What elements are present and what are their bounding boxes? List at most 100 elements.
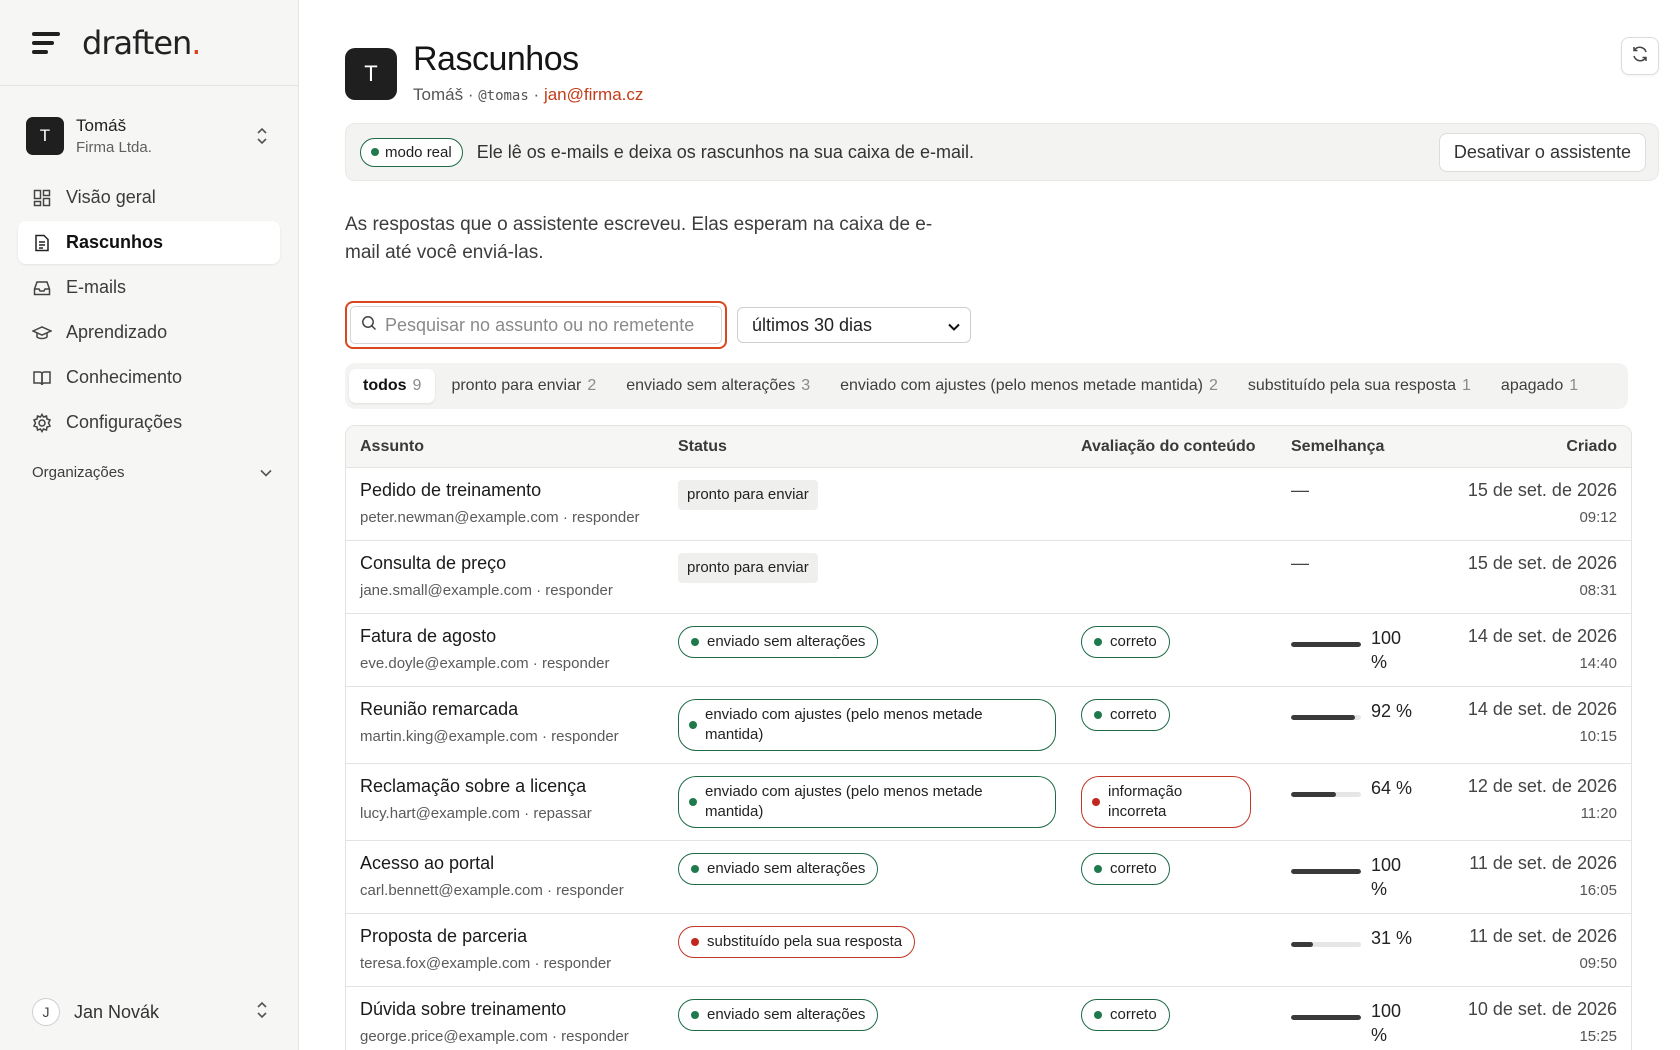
table-row[interactable]: Fatura de agosto eve.doyle@example.com · …: [346, 614, 1631, 687]
mode-banner: modo real Ele lê os e-mails e deixa os r…: [345, 123, 1659, 181]
table-row[interactable]: Dúvida sobre treinamento george.price@exa…: [346, 987, 1631, 1050]
row-date: 11 de set. de 2026: [1469, 926, 1617, 946]
similarity-bar: [1291, 642, 1361, 647]
similarity-bar-fill: [1291, 642, 1361, 647]
sidebar-item-label: E-mails: [66, 277, 127, 297]
table-row[interactable]: Reclamação sobre a licença lucy.hart@exam…: [346, 764, 1631, 841]
status-label: enviado com ajustes (pelo menos metade m…: [705, 706, 983, 743]
tab-sent-adjusted[interactable]: enviado com ajustes (pelo menos metade m…: [826, 369, 1232, 403]
status-label: pronto para enviar: [687, 559, 809, 576]
menu-icon[interactable]: [32, 31, 60, 54]
status-tabs: todos 9 pronto para enviar 2 enviado sem a…: [345, 363, 1628, 409]
page-header: T Rascunhos Tomáš · @tomas · jan@firma.c…: [345, 40, 1659, 105]
row-date: 14 de set. de 2026: [1467, 626, 1617, 646]
row-time: 10:15: [1579, 728, 1617, 745]
table-row[interactable]: Reunião remarcada martin.king@example.com…: [346, 687, 1631, 764]
search-input[interactable]: [385, 314, 721, 336]
status-label: enviado sem alterações: [707, 1006, 866, 1023]
row-subject: Reunião remarcada: [360, 699, 519, 719]
mode-badge: modo real: [360, 137, 463, 167]
account-switcher[interactable]: T Tomáš Firma Ltda.: [26, 112, 280, 160]
document-icon: [32, 233, 52, 253]
table-row[interactable]: Pedido de treinamento peter.newman@exampl…: [346, 468, 1631, 541]
dashboard-icon: [32, 188, 52, 208]
separator: ·: [467, 85, 474, 104]
tab-deleted[interactable]: apagado 1: [1487, 369, 1592, 403]
status-badge: substituído pela sua resposta: [678, 926, 916, 958]
similarity-meter: 92 %: [1291, 699, 1441, 723]
tab-ready-to-send[interactable]: pronto para enviar 2: [437, 369, 610, 403]
eval-label: correto: [1110, 860, 1157, 877]
row-date: 12 de set. de 2026: [1467, 776, 1617, 796]
row-subject: Consulta de preço: [360, 553, 507, 573]
row-sender: george.price@example.com · responder: [360, 1028, 629, 1045]
similarity-bar-fill: [1291, 869, 1361, 874]
row-sender: peter.newman@example.com · responder: [360, 509, 640, 526]
row-time: 14:40: [1579, 655, 1617, 672]
status-badge: pronto para enviar: [678, 480, 818, 510]
sidebar-item-settings[interactable]: Configurações: [18, 401, 280, 444]
search-icon: [361, 315, 377, 336]
status-dot-icon: [371, 148, 379, 156]
user-menu[interactable]: J Jan Novák: [32, 998, 268, 1026]
sidebar-item-label: Conhecimento: [66, 367, 183, 387]
row-subject: Reclamação sobre a licença: [360, 776, 587, 796]
sidebar-item-learning[interactable]: Aprendizado: [18, 311, 280, 354]
drafts-table: Assunto Status Avaliação do conteúdo Sem…: [345, 425, 1632, 1050]
graduation-cap-icon: [32, 323, 52, 343]
tab-label: apagado: [1500, 377, 1564, 394]
similarity-value: 92 %: [1371, 701, 1413, 721]
owner-handle: @tomas: [478, 88, 529, 104]
column-header-similarity[interactable]: Semelhança: [1281, 438, 1451, 456]
refresh-icon: [1631, 45, 1649, 68]
status-label: pronto para enviar: [687, 486, 809, 503]
main-content: T Rascunhos Tomáš · @tomas · jan@firma.c…: [299, 0, 1680, 1050]
similarity-bar-fill: [1291, 792, 1336, 797]
period-select[interactable]: últimos 30 dias: [737, 307, 971, 343]
table-row[interactable]: Acesso ao portal carl.bennett@example.com…: [346, 841, 1631, 914]
row-sender: lucy.hart@example.com · repassar: [360, 805, 592, 822]
table-row[interactable]: Proposta de parceria teresa.fox@example.c…: [346, 914, 1631, 987]
tab-count: 1: [1569, 377, 1579, 394]
column-header-subject[interactable]: Assunto: [346, 438, 666, 456]
row-subject: Acesso ao portal: [360, 853, 495, 873]
row-date: 15 de set. de 2026: [1467, 553, 1617, 573]
row-sender: teresa.fox@example.com · responder: [360, 955, 612, 972]
column-header-eval[interactable]: Avaliação do conteúdo: [1071, 438, 1281, 456]
row-date: 10 de set. de 2026: [1467, 999, 1617, 1019]
organizations-toggle[interactable]: Organizações: [32, 464, 272, 481]
intro-text: As respostas que o assistente escreveu. …: [345, 214, 933, 263]
sidebar-item-knowledge[interactable]: Conhecimento: [18, 356, 280, 399]
status-badge: enviado sem alterações: [678, 853, 879, 885]
row-time: 11:20: [1580, 805, 1617, 822]
owner-email[interactable]: jan@firma.cz: [544, 85, 643, 104]
tab-all[interactable]: todos 9: [349, 369, 436, 403]
row-sender: eve.doyle@example.com · responder: [360, 655, 610, 672]
row-date: 11 de set. de 2026: [1469, 853, 1617, 873]
sidebar-item-overview[interactable]: Visão geral: [18, 176, 280, 219]
table-body: Pedido de treinamento peter.newman@exampl…: [346, 468, 1631, 1050]
similarity-bar-fill: [1291, 715, 1356, 720]
search-box: [350, 306, 722, 344]
refresh-button[interactable]: [1621, 37, 1659, 75]
similarity-meter: 31 %: [1291, 926, 1441, 950]
gear-icon: [32, 412, 52, 433]
sidebar-item-emails[interactable]: E-mails: [18, 266, 280, 309]
sidebar-item-label: Rascunhos: [66, 232, 164, 252]
column-header-created[interactable]: Criado: [1451, 438, 1631, 456]
similarity-value: 31 %: [1371, 928, 1413, 948]
status-label: substituído pela sua resposta: [707, 933, 903, 950]
tab-replaced[interactable]: substituído pela sua resposta 1: [1234, 369, 1485, 403]
sidebar-item-drafts[interactable]: Rascunhos: [18, 221, 280, 264]
search-focus-ring: [345, 301, 727, 349]
period-selected: últimos 30 dias: [752, 314, 873, 335]
user-name: Jan Novák: [74, 1001, 160, 1022]
deactivate-assistant-button[interactable]: Desativar o assistente: [1438, 132, 1646, 172]
tab-sent-unchanged[interactable]: enviado sem alterações 3: [612, 369, 824, 403]
status-dot-icon: [1092, 798, 1100, 806]
tab-count: 2: [587, 377, 597, 394]
similarity-value: 100 %: [1371, 628, 1402, 672]
status-label: enviado sem alterações: [707, 860, 866, 877]
table-row[interactable]: Consulta de preço jane.small@example.com …: [346, 541, 1631, 614]
column-header-status[interactable]: Status: [666, 438, 1071, 456]
